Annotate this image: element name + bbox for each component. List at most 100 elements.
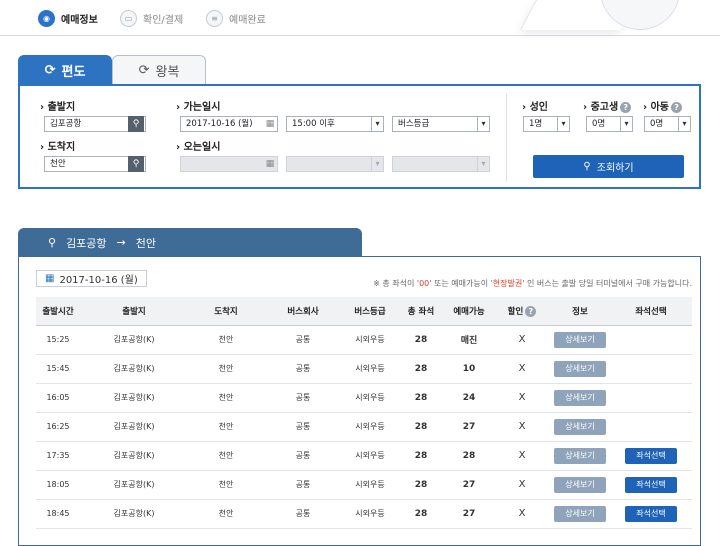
return-grade-select: ▾ bbox=[392, 156, 490, 172]
chevron-down-icon: ▾ bbox=[477, 117, 489, 131]
table-row: 16:25 김포공항(K) 천안 공통 시외우등 28 27 X 상세보기 bbox=[36, 412, 692, 442]
cell-available: 27 bbox=[444, 499, 494, 529]
col-header: 총 좌석 bbox=[398, 297, 444, 326]
cell-time: 16:05 bbox=[36, 383, 80, 413]
route-to: 천안 bbox=[135, 236, 157, 250]
location-pin-icon: ⚲ bbox=[48, 236, 57, 249]
calendar-icon[interactable]: ▦ bbox=[263, 117, 277, 131]
cell-to: 천안 bbox=[188, 383, 264, 413]
cell-seat: 좌석선택 bbox=[610, 499, 692, 529]
location-pin-icon: ◉ bbox=[38, 10, 55, 27]
refresh-icon: ⟳ bbox=[44, 63, 56, 78]
tab-oneway[interactable]: ⟳ 편도 bbox=[18, 55, 112, 85]
inquiry-button[interactable]: ⚲ 조회하기 bbox=[533, 155, 684, 178]
child-value: 0명 bbox=[650, 119, 664, 129]
cell-grade: 시외우등 bbox=[342, 412, 398, 442]
cell-from: 김포공항(K) bbox=[80, 325, 188, 355]
cell-seat: 좌석선택 bbox=[610, 470, 692, 500]
cell-available: 매진 bbox=[444, 325, 494, 355]
cell-available: 27 bbox=[444, 470, 494, 500]
col-header: 버스등급 bbox=[342, 297, 398, 326]
cell-total: 28 bbox=[398, 441, 444, 471]
date-chip: ▦ 2017-10-16 (월) bbox=[36, 270, 147, 287]
cell-available: 10 bbox=[444, 354, 494, 384]
cell-total: 28 bbox=[398, 383, 444, 413]
help-icon[interactable]: ? bbox=[525, 305, 537, 317]
cell-grade: 시외우등 bbox=[342, 499, 398, 529]
seat-select-button[interactable]: 좌석선택 bbox=[625, 447, 677, 464]
cell-info: 상세보기 bbox=[550, 441, 610, 471]
cell-company: 공통 bbox=[264, 383, 342, 413]
cell-from: 김포공항(K) bbox=[80, 383, 188, 413]
detail-button[interactable]: 상세보기 bbox=[554, 418, 606, 435]
col-header: 좌석선택 bbox=[610, 297, 692, 326]
cell-total: 28 bbox=[398, 499, 444, 529]
detail-button[interactable]: 상세보기 bbox=[554, 389, 606, 406]
cell-time: 17:35 bbox=[36, 441, 80, 471]
tab-label: 왕복 bbox=[155, 65, 180, 80]
go-time-select[interactable]: 15:00 이후 ▾ bbox=[286, 116, 384, 132]
search-panel: › 출발지 김포공항 ⚲ › 도착지 천안 ⚲ › 가는일시 2017-10-1… bbox=[18, 84, 701, 189]
cell-discount: X bbox=[494, 499, 550, 529]
detail-button[interactable]: 상세보기 bbox=[554, 331, 606, 348]
route-from: 김포공항 bbox=[66, 236, 107, 250]
cell-info: 상세보기 bbox=[550, 470, 610, 500]
cell-seat bbox=[610, 383, 692, 413]
chevron-down-icon: ▾ bbox=[477, 157, 489, 171]
cell-time: 18:45 bbox=[36, 499, 80, 529]
cell-time: 15:25 bbox=[36, 325, 80, 355]
return-date-label: › 오는일시 bbox=[176, 142, 221, 153]
detail-button[interactable]: 상세보기 bbox=[554, 505, 606, 522]
tab-label: 편도 bbox=[61, 65, 86, 80]
table-row: 18:05 김포공항(K) 천안 공통 시외우등 28 27 X 상세보기 좌석선택 bbox=[36, 470, 692, 500]
cell-to: 천안 bbox=[188, 325, 264, 355]
seat-select-button[interactable]: 좌석선택 bbox=[625, 476, 677, 493]
youth-value: 0명 bbox=[592, 119, 606, 129]
step-complete: ≡ 예매완료 bbox=[206, 10, 266, 27]
chevron-down-icon: ▾ bbox=[557, 117, 569, 131]
cell-discount: X bbox=[494, 441, 550, 471]
cell-to: 천안 bbox=[188, 354, 264, 384]
chevron-down-icon: ▾ bbox=[620, 117, 632, 131]
document-icon: ≡ bbox=[206, 10, 223, 27]
detail-button[interactable]: 상세보기 bbox=[554, 360, 606, 377]
calendar-icon: ▦ bbox=[45, 273, 55, 284]
child-select[interactable]: 0명 ▾ bbox=[644, 116, 691, 132]
search-icon[interactable]: ⚲ bbox=[128, 116, 144, 132]
card-icon: ▭ bbox=[120, 10, 137, 27]
cell-total: 28 bbox=[398, 470, 444, 500]
seat-select-button[interactable]: 좌석선택 bbox=[625, 505, 677, 522]
cell-to: 천안 bbox=[188, 470, 264, 500]
chevron-down-icon: ▾ bbox=[371, 157, 383, 171]
bus-schedule-table: 출발시간 출발지 도착지 버스회사 버스등급 총 좌석 예매가능 할인? 정보 … bbox=[36, 297, 692, 529]
search-icon[interactable]: ⚲ bbox=[128, 156, 144, 172]
go-date-field[interactable]: 2017-10-16 (월) ▦ bbox=[180, 116, 278, 132]
step-label: 예매정보 bbox=[61, 15, 98, 26]
help-icon[interactable]: ? bbox=[671, 101, 683, 113]
youth-select[interactable]: 0명 ▾ bbox=[586, 116, 633, 132]
col-header: 출발시간 bbox=[36, 297, 80, 326]
results-panel: ▦ 2017-10-16 (월) ※ 총 좌석이 '00' 또는 예매가능이 '… bbox=[18, 256, 701, 546]
cell-from: 김포공항(K) bbox=[80, 412, 188, 442]
cell-from: 김포공항(K) bbox=[80, 470, 188, 500]
cell-info: 상세보기 bbox=[550, 354, 610, 384]
adult-select[interactable]: 1명 ▾ bbox=[523, 116, 570, 132]
go-date-label: › 가는일시 bbox=[176, 102, 221, 113]
table-row: 18:45 김포공항(K) 천안 공통 시외우등 28 27 X 상세보기 좌석선택 bbox=[36, 499, 692, 529]
cell-available: 27 bbox=[444, 412, 494, 442]
bus-grade-select[interactable]: 버스등급 ▾ bbox=[392, 116, 490, 132]
detail-button[interactable]: 상세보기 bbox=[554, 476, 606, 493]
cell-seat bbox=[610, 412, 692, 442]
refresh-icon: ⟳ bbox=[138, 63, 150, 78]
arrow-right-icon: → bbox=[116, 236, 126, 249]
detail-button[interactable]: 상세보기 bbox=[554, 447, 606, 464]
col-header-discount: 할인? bbox=[494, 297, 550, 326]
tab-roundtrip[interactable]: ⟳ 왕복 bbox=[112, 55, 206, 85]
cell-total: 28 bbox=[398, 412, 444, 442]
progress-steps-bar: ◉ 예매정보 ▭ 확인/결제 ≡ 예매완료 bbox=[0, 0, 720, 36]
route-header: ⚲ 김포공항 → 천안 bbox=[18, 228, 362, 257]
arrival-label: › 도착지 bbox=[40, 142, 76, 153]
help-icon[interactable]: ? bbox=[620, 101, 632, 113]
col-header: 정보 bbox=[550, 297, 610, 326]
cell-seat: 좌석선택 bbox=[610, 441, 692, 471]
